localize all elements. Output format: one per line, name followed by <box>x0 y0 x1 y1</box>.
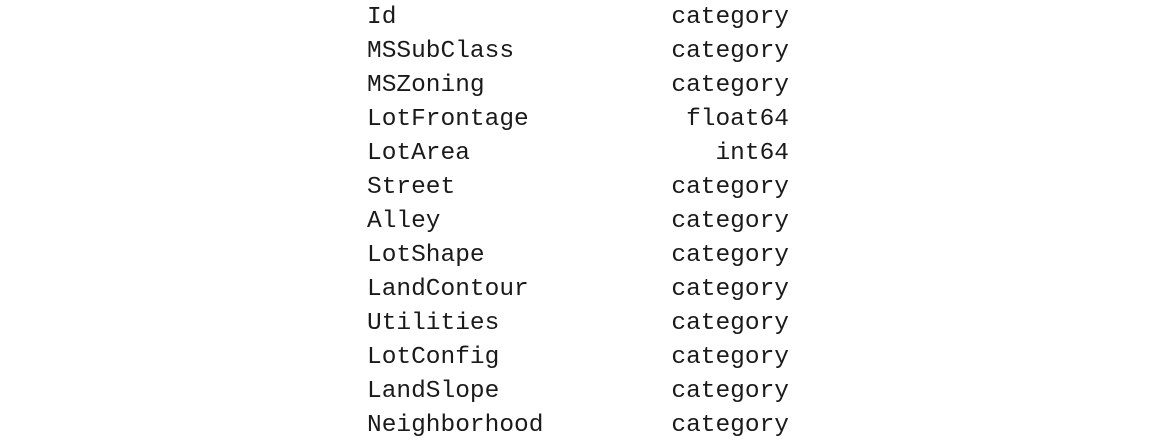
column-dtype: category <box>671 208 789 235</box>
dtype-row: Id category <box>367 1 789 35</box>
column-name: Id <box>367 4 397 31</box>
column-dtype: category <box>671 174 789 201</box>
column-dtype: category <box>671 344 789 371</box>
dtype-row: LotArea int64 <box>367 137 789 171</box>
dtype-row: Utilities category <box>367 307 789 341</box>
dtype-row: LandSlope category <box>367 375 789 409</box>
column-name: Street <box>367 174 456 201</box>
column-dtype: category <box>671 4 789 31</box>
dtype-row: Alley category <box>367 205 789 239</box>
dtype-row: LandContour category <box>367 273 789 307</box>
dtypes-output: Id category MSSubClass category MSZoning… <box>367 1 789 443</box>
dtype-row: MSSubClass category <box>367 35 789 69</box>
dtype-row: Neighborhood category <box>367 409 789 443</box>
column-name: LotFrontage <box>367 106 529 133</box>
column-name: Neighborhood <box>367 412 544 439</box>
column-name: LotArea <box>367 140 470 167</box>
column-dtype: category <box>671 72 789 99</box>
dtype-row: LotShape category <box>367 239 789 273</box>
column-name: LandSlope <box>367 378 500 405</box>
column-dtype: float64 <box>686 106 789 133</box>
column-name: MSZoning <box>367 72 485 99</box>
column-dtype: category <box>671 412 789 439</box>
dtype-row: LotConfig category <box>367 341 789 375</box>
column-name: MSSubClass <box>367 38 515 65</box>
column-name: LandContour <box>367 276 529 303</box>
dtype-row: LotFrontage float64 <box>367 103 789 137</box>
column-name: Utilities <box>367 310 500 337</box>
column-dtype: category <box>671 242 789 269</box>
dtype-row: Street category <box>367 171 789 205</box>
column-name: Alley <box>367 208 441 235</box>
column-name: LotConfig <box>367 344 500 371</box>
column-dtype: category <box>671 276 789 303</box>
column-dtype: category <box>671 38 789 65</box>
column-dtype: category <box>671 310 789 337</box>
dtype-row: MSZoning category <box>367 69 789 103</box>
column-dtype: int64 <box>715 140 789 167</box>
column-name: LotShape <box>367 242 485 269</box>
column-dtype: category <box>671 378 789 405</box>
